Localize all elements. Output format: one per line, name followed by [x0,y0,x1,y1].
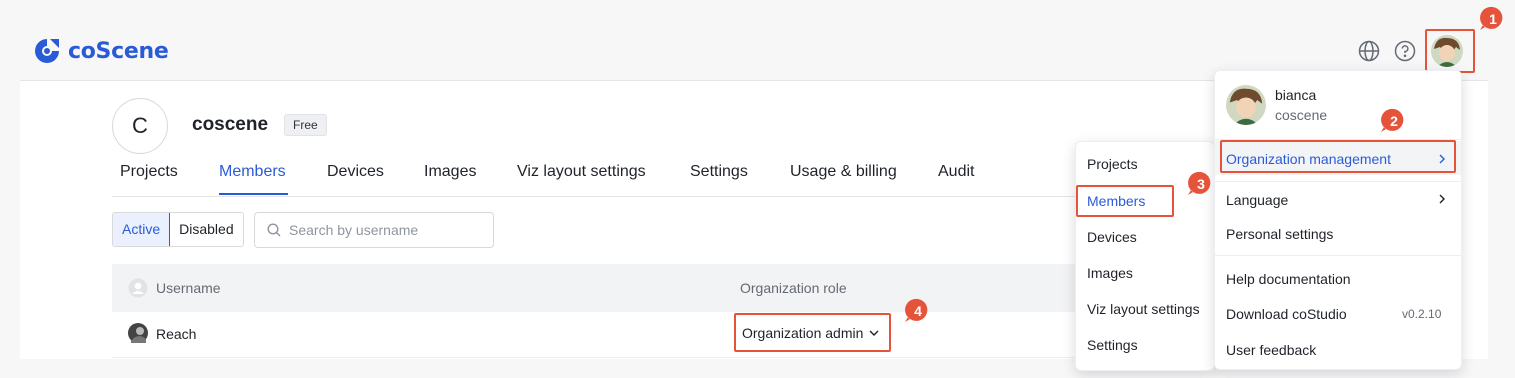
plan-badge: Free [284,114,327,136]
menu-personal-settings[interactable]: Personal settings [1226,226,1333,242]
menu-org-name: coscene [1275,107,1328,123]
tab-images[interactable]: Images [424,163,476,181]
submenu-projects[interactable]: Projects [1087,156,1138,172]
search-input[interactable] [287,221,491,239]
search-box[interactable] [254,212,494,248]
menu-user-feedback[interactable]: User feedback [1226,342,1316,358]
tab-audit[interactable]: Audit [938,163,974,181]
logo-icon [35,39,59,63]
tab-usage-billing[interactable]: Usage & billing [790,163,897,181]
submenu-settings[interactable]: Settings [1087,337,1138,353]
help-icon[interactable] [1393,39,1417,63]
tab-viz-layout-settings[interactable]: Viz layout settings [517,163,646,181]
active-tab-indicator [219,193,288,195]
table-header: Username Organization role [112,264,1092,312]
members-highlight [1076,185,1174,217]
globe-icon[interactable] [1357,39,1381,63]
search-icon [267,223,281,237]
submenu-devices[interactable]: Devices [1087,229,1137,245]
tab-devices[interactable]: Devices [327,163,384,181]
menu-divider [1215,255,1461,256]
logo-text: coScene [68,38,169,64]
tab-settings[interactable]: Settings [690,163,748,181]
org-management-highlight [1220,140,1456,173]
annotation-badge-1: 1 [1479,5,1507,33]
filter-active[interactable]: Active [113,213,171,246]
tab-projects[interactable]: Projects [120,163,178,181]
menu-download-costudio[interactable]: Download coStudio [1226,306,1347,322]
download-version: v0.2.10 [1402,307,1442,321]
col-username[interactable]: Username [156,280,221,296]
menu-username: bianca [1275,87,1317,103]
chevron-right-icon [1439,194,1445,204]
avatar-highlight [1425,29,1475,73]
member-username: Reach [156,326,197,342]
org-name: coscene [192,114,269,135]
table-row[interactable]: Reach [112,312,1092,358]
menu-language[interactable]: Language [1226,192,1288,208]
org-tabs: Projects Members Devices Images Viz layo… [112,163,1212,197]
col-org-role[interactable]: Organization role [740,280,847,296]
annotation-badge-4: 4 [904,297,932,325]
user-column-icon [128,278,148,298]
menu-divider [1215,181,1461,182]
tab-members[interactable]: Members [219,163,286,181]
filter-disabled[interactable]: Disabled [170,213,243,246]
submenu-viz-layout-settings[interactable]: Viz layout settings [1087,301,1200,317]
org-avatar: C [112,98,168,154]
status-filter: Active Disabled [112,212,244,247]
menu-avatar [1226,85,1266,125]
member-avatar [128,323,148,343]
role-select-value: Organization admin [742,324,864,341]
user-menu: bianca coscene Organization management L… [1214,70,1462,370]
role-select[interactable]: Organization admin [734,313,891,352]
annotation-badge-3: 3 [1187,170,1215,198]
app-logo[interactable]: coScene [32,36,169,66]
annotation-badge-2: 2 [1380,107,1408,135]
chevron-down-icon [869,330,879,336]
submenu-images[interactable]: Images [1087,265,1133,281]
menu-help-docs[interactable]: Help documentation [1226,271,1351,287]
